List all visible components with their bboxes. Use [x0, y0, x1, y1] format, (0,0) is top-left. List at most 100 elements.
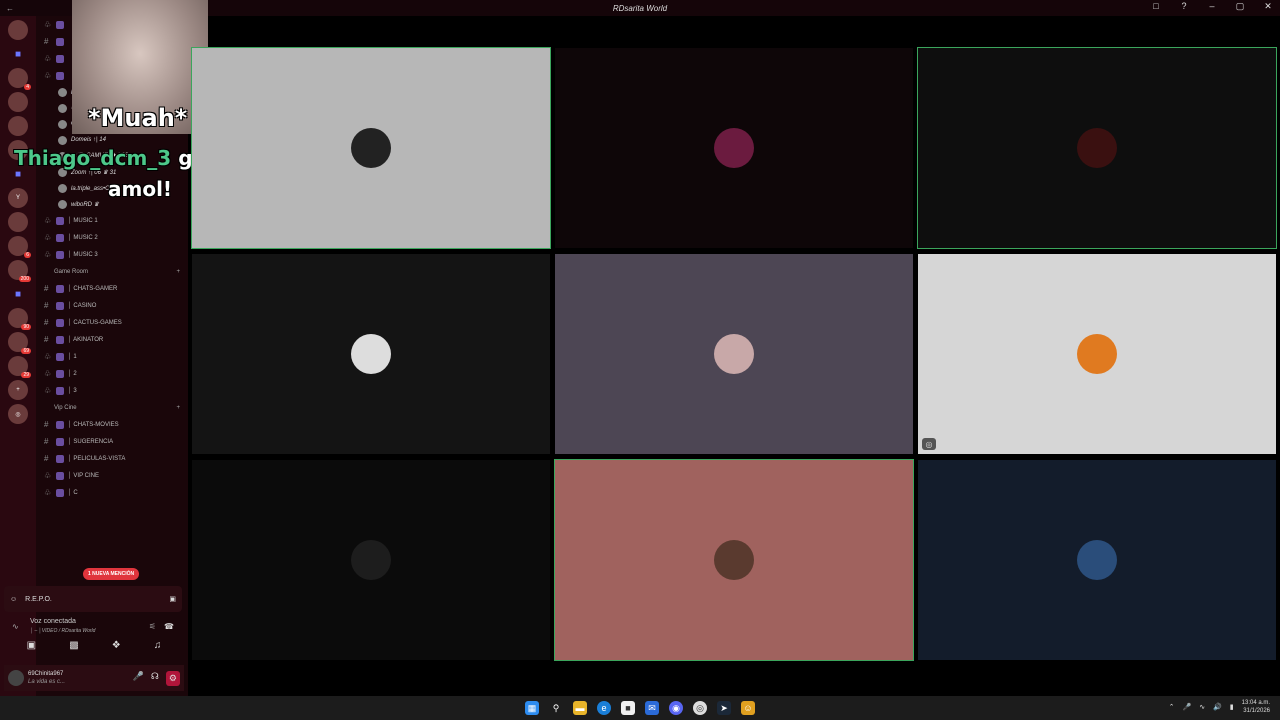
- channel-item[interactable]: ♧ │ 2: [36, 365, 188, 382]
- noise-suppression-icon[interactable]: ⚟: [149, 622, 156, 631]
- edge-browser-icon[interactable]: e: [597, 701, 611, 715]
- channel-item[interactable]: # │ AKINATOR: [36, 331, 188, 348]
- voice-channel-icon: ♧: [44, 352, 52, 361]
- video-grid: ◎: [191, 47, 1277, 661]
- video-tile[interactable]: [555, 48, 913, 248]
- minimize-icon[interactable]: –: [1206, 1, 1218, 12]
- gear-icon[interactable]: ⚙: [165, 670, 180, 686]
- video-tile[interactable]: [918, 460, 1276, 660]
- microphone-icon[interactable]: 🎤: [133, 671, 144, 686]
- server-label: Y: [15, 195, 20, 201]
- activity-panel[interactable]: ☺ R.E.P.O. ▣: [4, 586, 182, 612]
- channel-item[interactable]: ♧ │ 3: [36, 382, 188, 399]
- voice-channel-icon: ♧: [44, 20, 52, 29]
- participant-avatar: [714, 540, 754, 580]
- screen-share-icon[interactable]: ▩: [69, 640, 78, 651]
- help-icon[interactable]: ?: [1178, 1, 1190, 12]
- discord-icon[interactable]: ◉: [669, 701, 683, 715]
- server-icon[interactable]: 4: [8, 68, 31, 90]
- close-icon[interactable]: ✕: [1262, 1, 1274, 12]
- chevron-up-icon[interactable]: ⌃: [1169, 703, 1175, 711]
- video-tile[interactable]: [192, 254, 550, 454]
- channel-name: │ CHATS-MOVIES: [68, 421, 119, 428]
- voice-location[interactable]: │ – │VIDEO / RDsarita World: [30, 628, 95, 634]
- server-icon[interactable]: 200: [8, 260, 31, 282]
- channel-item[interactable]: # │ PELICULAS-VISTA: [36, 450, 188, 467]
- game-icon: ☺: [10, 595, 18, 603]
- video-tile[interactable]: [192, 460, 550, 660]
- activities-icon[interactable]: ❖: [112, 640, 121, 651]
- category-vip-cine[interactable]: Vip Cine +: [36, 399, 188, 416]
- new-mention-badge[interactable]: 1 NUEVA MENCIÓN: [83, 568, 140, 580]
- channel-item[interactable]: ♧ │ MUSIC 1: [36, 212, 188, 229]
- server-icon[interactable]: Y: [8, 188, 28, 208]
- volume-icon[interactable]: 🔊: [1213, 703, 1222, 711]
- maximize-icon[interactable]: ▢: [1234, 1, 1246, 12]
- camera-icon[interactable]: ▣: [27, 640, 36, 651]
- video-tile[interactable]: [191, 47, 551, 249]
- video-tile[interactable]: [917, 47, 1277, 249]
- channel-emoji-icon: [56, 20, 64, 29]
- channel-item[interactable]: # │ CASINO: [36, 297, 188, 314]
- channel-emoji-icon: [56, 352, 64, 361]
- text-channel-icon: #: [44, 437, 49, 446]
- channel-item[interactable]: ♧ │ VIP CINE: [36, 467, 188, 484]
- voice-user-name: Domeis ↑| 14: [71, 137, 106, 143]
- server-icon[interactable]: 6: [8, 236, 31, 258]
- server-icon[interactable]: 69: [8, 332, 31, 354]
- battery-icon[interactable]: ▮: [1230, 703, 1234, 711]
- add-channel-icon[interactable]: +: [176, 269, 180, 275]
- add-channel-icon[interactable]: +: [176, 405, 180, 411]
- video-tile[interactable]: [555, 254, 913, 454]
- headphones-icon[interactable]: ☊: [151, 671, 159, 686]
- server-icon[interactable]: 90: [8, 308, 31, 330]
- clock[interactable]: 13:04 a.m. 31/1/2026: [1242, 699, 1270, 715]
- channel-item[interactable]: ♧ │ MUSIC 3: [36, 246, 188, 263]
- channel-item[interactable]: ♧ │ MUSIC 2: [36, 229, 188, 246]
- windows-start-icon[interactable]: ▦: [525, 701, 539, 715]
- channel-name: │ SUGERENCIA: [68, 438, 114, 445]
- video-tile[interactable]: ◎: [918, 254, 1276, 454]
- video-tile[interactable]: [554, 459, 914, 661]
- wifi-icon[interactable]: ∿: [1199, 703, 1205, 711]
- file-explorer-icon[interactable]: ▬: [573, 701, 587, 715]
- overlay-muah: *Muah*: [88, 104, 188, 132]
- channel-item[interactable]: # │ SUGERENCIA: [36, 433, 188, 450]
- store-icon[interactable]: ■: [621, 701, 635, 715]
- server-icon[interactable]: +: [8, 380, 28, 400]
- search-icon[interactable]: ⚲: [549, 701, 563, 715]
- server-icon[interactable]: ◎: [8, 404, 28, 424]
- game-app-icon[interactable]: ☺: [741, 701, 755, 715]
- notification-badge: 90: [21, 324, 31, 330]
- avatar: [58, 183, 67, 193]
- server-icon[interactable]: [8, 92, 28, 112]
- channel-item[interactable]: ♧ │ C: [36, 484, 188, 501]
- channel-emoji-icon: [56, 301, 64, 310]
- server-folder-icon[interactable]: ■: [8, 284, 28, 304]
- server-icon[interactable]: [8, 20, 28, 40]
- steam-icon[interactable]: ➤: [717, 701, 731, 715]
- chrome-icon[interactable]: ◎: [693, 701, 707, 715]
- channel-item[interactable]: # │ CHATS-GAMER: [36, 280, 188, 297]
- server-label: ■: [14, 168, 22, 180]
- avatar[interactable]: [8, 670, 24, 686]
- server-folder-icon[interactable]: ■: [8, 44, 28, 64]
- voice-channel-icon: ♧: [44, 488, 52, 497]
- channel-emoji-icon: [56, 335, 64, 344]
- voice-channel-icon: ♧: [44, 54, 52, 63]
- disconnect-icon[interactable]: ☎: [164, 622, 174, 631]
- server-icon[interactable]: [8, 212, 28, 232]
- channel-item[interactable]: ♧ │ 1: [36, 348, 188, 365]
- server-icon[interactable]: 29: [8, 356, 31, 378]
- channel-item[interactable]: # │ CACTUS-GAMES: [36, 314, 188, 331]
- category-game-room[interactable]: Game Room +: [36, 263, 188, 280]
- mail-icon[interactable]: ✉: [645, 701, 659, 715]
- microphone-tray-icon[interactable]: 🎤: [1182, 703, 1191, 711]
- clock-time: 13:04 a.m.: [1241, 700, 1270, 706]
- text-channel-icon: #: [44, 301, 49, 310]
- soundboard-icon[interactable]: ♫: [154, 640, 162, 651]
- server-icon[interactable]: [8, 116, 28, 136]
- screen-icon[interactable]: ▣: [169, 595, 176, 603]
- channel-item[interactable]: # │ CHATS-MOVIES: [36, 416, 188, 433]
- inbox-icon[interactable]: □: [1150, 1, 1162, 12]
